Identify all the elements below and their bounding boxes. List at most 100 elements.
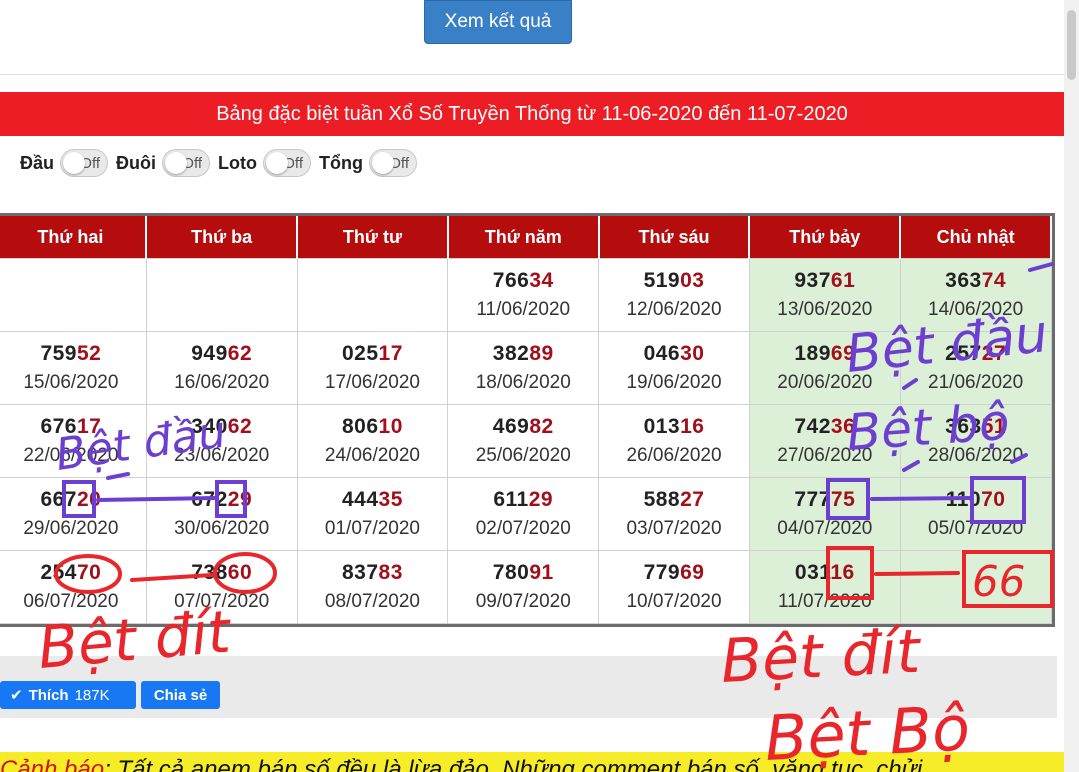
result-date: 23/06/2020 xyxy=(174,445,270,466)
number-tail: 29 xyxy=(528,488,554,511)
number-head: 013 xyxy=(643,415,681,438)
result-number: 02517 xyxy=(298,342,448,366)
number-tail: 27 xyxy=(981,342,1007,365)
result-cell: 02517 17/06/2020 xyxy=(296,331,449,405)
number-tail: 30 xyxy=(680,342,705,365)
number-tail: 20 xyxy=(76,488,102,511)
scrollbar-track[interactable] xyxy=(1064,0,1079,772)
result-cell: 78091 09/07/2020 xyxy=(447,550,600,624)
number-head: 469 xyxy=(492,415,530,438)
number-head: 254 xyxy=(40,561,77,584)
scrollbar-thumb[interactable] xyxy=(1067,10,1076,80)
result-cell: 94962 16/06/2020 xyxy=(145,331,298,405)
col-header: Thứ ba xyxy=(146,216,299,259)
number-tail: 91 xyxy=(529,561,554,584)
number-head: 031 xyxy=(794,561,831,584)
toggle-loto[interactable]: Loto Off xyxy=(218,149,311,177)
number-tail: 62 xyxy=(227,415,253,438)
result-cell: 25727 21/06/2020 xyxy=(899,331,1052,405)
table-row: 67617 22/06/2020 34062 23/06/2020 80610 24/06… xyxy=(0,404,1052,478)
number-tail: 75 xyxy=(830,488,856,511)
result-date: 27/06/2020 xyxy=(777,445,873,466)
result-cell: 46982 25/06/2020 xyxy=(447,404,600,478)
result-date: 29/06/2020 xyxy=(23,518,119,539)
number-head: 382 xyxy=(492,342,530,365)
result-date: 20/06/2020 xyxy=(777,372,873,393)
result-cell: 38289 18/06/2020 xyxy=(447,331,600,405)
number-head: 738 xyxy=(191,561,228,584)
result-number: 93761 xyxy=(750,269,900,293)
number-tail: 69 xyxy=(680,561,705,584)
number-tail: 17 xyxy=(76,415,102,438)
result-number: 38289 xyxy=(448,342,598,366)
number-tail: 51 xyxy=(981,415,1007,438)
result-date: 05/07/2020 xyxy=(928,518,1024,539)
result-cell: 25470 06/07/2020 xyxy=(0,550,147,624)
result-number: 67229 xyxy=(147,488,297,512)
result-cell: 76634 11/06/2020 xyxy=(447,258,600,332)
toggle-tong-switch[interactable]: Off xyxy=(368,149,417,177)
result-cell xyxy=(0,258,147,332)
result-date: 28/06/2020 xyxy=(928,445,1024,466)
toggle-dau[interactable]: Đầu Off xyxy=(20,149,109,177)
number-head: 189 xyxy=(794,342,831,365)
result-number: 25470 xyxy=(0,561,146,585)
result-date: 13/06/2020 xyxy=(777,299,873,320)
table-title: Bảng đặc biệt tuần Xổ Số Truyền Thống từ… xyxy=(0,92,1064,136)
warning-label: Cảnh báo xyxy=(0,756,105,772)
toggle-duoi-switch[interactable]: Off xyxy=(162,149,211,177)
like-label: Thích xyxy=(28,686,69,704)
result-number: 77775 xyxy=(750,488,900,512)
result-date: 26/06/2020 xyxy=(626,445,722,466)
number-head: 672 xyxy=(191,488,228,511)
result-date: 12/06/2020 xyxy=(626,299,722,320)
toggle-dau-switch[interactable]: Off xyxy=(60,149,109,177)
number-head: 110 xyxy=(945,488,982,511)
result-cell: 67617 22/06/2020 xyxy=(0,404,147,478)
col-header: Thứ bảy xyxy=(749,216,902,259)
result-number: 51903 xyxy=(599,269,749,293)
number-head: 937 xyxy=(794,269,831,292)
number-head: 025 xyxy=(342,342,379,365)
toggle-tong[interactable]: Tổng Off xyxy=(319,149,417,177)
table-body: 76634 11/06/2020 51903 12/06/2020 93761 13/06… xyxy=(0,258,1052,624)
number-head: 779 xyxy=(643,561,681,584)
result-date: 24/06/2020 xyxy=(324,445,420,466)
result-cell: 75952 15/06/2020 xyxy=(0,331,147,405)
number-head: 363 xyxy=(945,269,982,292)
result-number: 34062 xyxy=(147,415,297,439)
result-cell: 77969 10/07/2020 xyxy=(598,550,750,624)
results-grid: Thứ hai Thứ ba Thứ tư Thứ năm Thứ sáu Th… xyxy=(0,216,1052,624)
result-date: 22/06/2020 xyxy=(23,445,119,466)
result-cell: 93761 13/06/2020 xyxy=(748,258,901,332)
result-cell: 83783 08/07/2020 xyxy=(296,550,449,624)
number-head: 759 xyxy=(40,342,77,365)
result-number: 80610 xyxy=(298,415,448,439)
result-date: 17/06/2020 xyxy=(324,372,420,393)
result-number: 58827 xyxy=(599,488,749,512)
number-head: 257 xyxy=(945,342,982,365)
number-tail: 03 xyxy=(680,269,705,292)
toggle-duoi[interactable]: Đuôi Off xyxy=(116,149,211,177)
view-results-button[interactable]: Xem kết quả xyxy=(424,0,572,44)
result-date: 18/06/2020 xyxy=(475,372,571,393)
number-head: 806 xyxy=(342,415,379,438)
warning-text: : Tất cả anem bán số đều là lừa đảo. Nhữ… xyxy=(104,756,923,772)
result-date: 09/07/2020 xyxy=(475,591,571,612)
number-head: 676 xyxy=(40,415,77,438)
result-date: 21/06/2020 xyxy=(928,372,1024,393)
result-number: 25727 xyxy=(901,342,1051,366)
number-tail: 89 xyxy=(529,342,554,365)
table-header-row: Thứ hai Thứ ba Thứ tư Thứ năm Thứ sáu Th… xyxy=(0,216,1052,259)
result-date: 10/07/2020 xyxy=(626,591,722,612)
number-tail: 29 xyxy=(227,488,253,511)
col-header: Thứ tư xyxy=(297,216,449,259)
col-header: Thứ hai xyxy=(0,216,148,259)
result-date: 30/06/2020 xyxy=(174,518,270,539)
like-button[interactable]: ✔ Thích 187K xyxy=(0,681,136,709)
toggle-loto-switch[interactable]: Off xyxy=(263,149,311,177)
share-button[interactable]: Chia sẻ xyxy=(141,681,220,709)
result-number: 73860 xyxy=(147,561,297,585)
result-number: 46982 xyxy=(448,415,598,439)
result-cell: 58827 03/07/2020 xyxy=(598,477,750,551)
